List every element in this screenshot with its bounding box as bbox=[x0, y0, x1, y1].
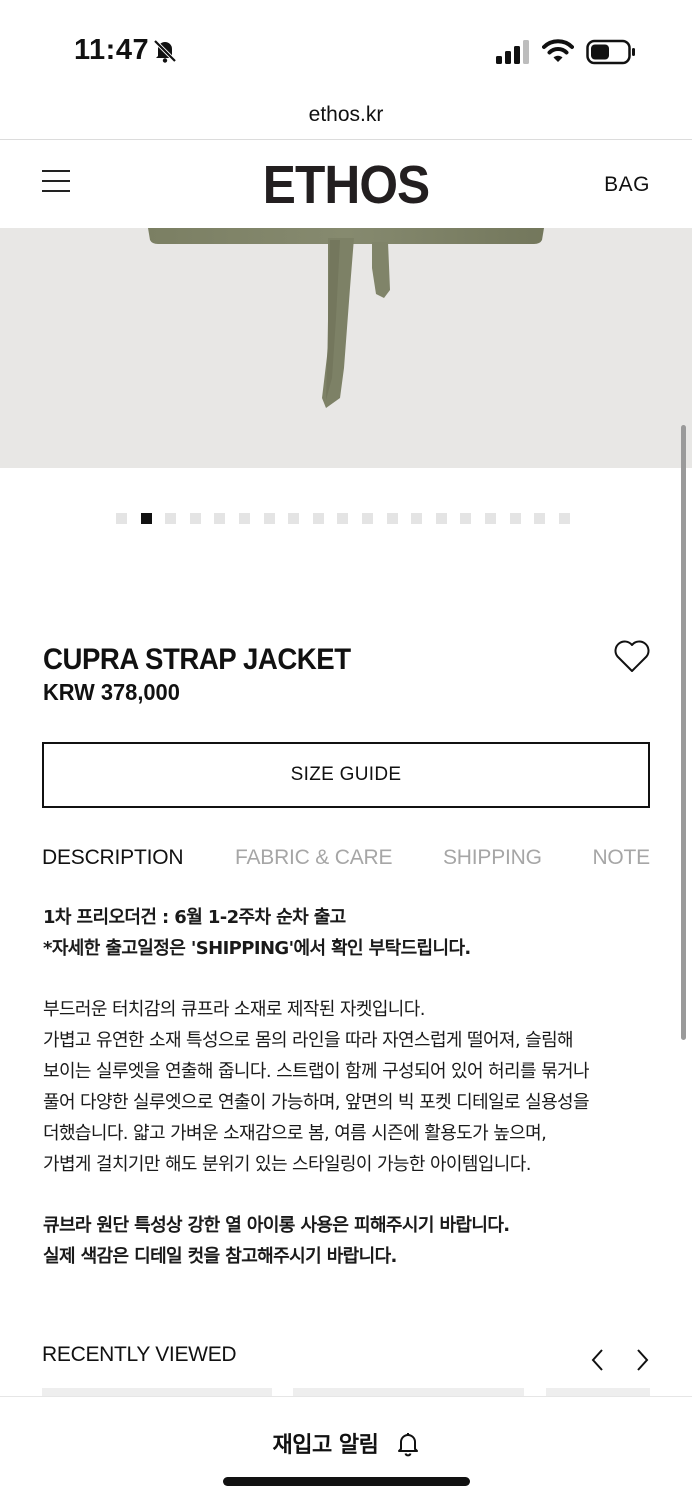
tab-description[interactable]: DESCRIPTION bbox=[42, 846, 184, 870]
description-line: 보이는 실루엣을 연출해 줍니다. 스트랩이 함께 구성되어 있어 허리를 묶거… bbox=[43, 1061, 590, 1082]
battery-icon bbox=[586, 39, 635, 65]
gallery-dot[interactable] bbox=[288, 513, 300, 524]
recently-viewed-carousel bbox=[42, 1388, 692, 1396]
gallery-dot[interactable] bbox=[165, 513, 177, 524]
restock-alert-label[interactable]: 재입고 알림 bbox=[272, 1433, 378, 1458]
home-indicator[interactable] bbox=[223, 1477, 470, 1486]
restock-alert-button[interactable]: 재입고 알림 bbox=[0, 1427, 692, 1459]
description-line: 더했습니다. 얇고 가벼운 소재감으로 봄, 여름 시즌에 활용도가 높으며, bbox=[43, 1123, 547, 1144]
heart-icon[interactable] bbox=[613, 638, 651, 674]
shipping-notice: *자세한 출고일정은 'SHIPPING'에서 확인 부탁드립니다. bbox=[43, 938, 471, 959]
product-image[interactable] bbox=[0, 228, 692, 468]
page-scrollbar[interactable] bbox=[681, 425, 686, 1040]
gallery-dot[interactable] bbox=[460, 513, 472, 524]
gallery-dot[interactable] bbox=[312, 513, 324, 524]
gallery-dot[interactable] bbox=[263, 513, 275, 524]
recent-item-thumbnail[interactable] bbox=[293, 1388, 524, 1396]
recent-item-thumbnail[interactable] bbox=[546, 1388, 650, 1396]
gallery-dot[interactable] bbox=[214, 513, 226, 524]
chevron-left-icon[interactable] bbox=[588, 1347, 608, 1373]
description-line: 부드러운 터치감의 큐프라 소재로 제작된 자켓입니다. bbox=[43, 999, 425, 1020]
bottom-action-bar: 재입고 알림 bbox=[0, 1396, 692, 1500]
gallery-dot[interactable] bbox=[386, 513, 398, 524]
recent-item-thumbnail[interactable] bbox=[42, 1388, 272, 1396]
gallery-dot[interactable] bbox=[509, 513, 521, 524]
gallery-dot[interactable] bbox=[534, 513, 546, 524]
chevron-right-icon[interactable] bbox=[632, 1347, 652, 1373]
color-notice: 실제 색감은 디테일 컷을 참고해주시기 바랍니다. bbox=[43, 1246, 397, 1267]
jacket-hem-illustration bbox=[148, 228, 544, 408]
gallery-dot[interactable] bbox=[189, 513, 201, 524]
gallery-pagination[interactable] bbox=[116, 513, 583, 524]
tab-shipping[interactable]: SHIPPING bbox=[443, 846, 542, 870]
preorder-notice: 1차 프리오더건 : 6월 1-2주차 순차 출고 bbox=[43, 907, 346, 928]
gallery-dot[interactable] bbox=[140, 513, 152, 524]
gallery-dot[interactable] bbox=[238, 513, 250, 524]
site-header: ETHOS BAG bbox=[0, 140, 692, 228]
tab-note[interactable]: NOTE bbox=[592, 846, 650, 870]
gallery-dot[interactable] bbox=[337, 513, 349, 524]
care-warning: 큐브라 원단 특성상 강한 열 아이롱 사용은 피해주시기 바랍니다. bbox=[43, 1215, 510, 1236]
gallery-dot[interactable] bbox=[411, 513, 423, 524]
url-text[interactable]: ethos.kr bbox=[309, 103, 384, 126]
product-tabs: DESCRIPTION FABRIC & CARE SHIPPING NOTE bbox=[42, 846, 650, 876]
cellular-signal-icon bbox=[496, 40, 529, 64]
tab-fabric-care[interactable]: FABRIC & CARE bbox=[235, 846, 392, 870]
status-bar: 11:47 bbox=[0, 0, 692, 100]
product-title: CUPRA STRAP JACKET bbox=[43, 643, 351, 676]
description-panel: 1차 프리오더건 : 6월 1-2주차 순차 출고 *자세한 출고일정은 'SH… bbox=[43, 902, 663, 1272]
size-guide-button[interactable]: SIZE GUIDE bbox=[42, 742, 650, 808]
description-line: 가볍게 걸치기만 해도 분위기 있는 스타일링이 가능한 아이템입니다. bbox=[43, 1154, 531, 1175]
gallery-dot[interactable] bbox=[116, 513, 127, 524]
bell-slash-icon bbox=[153, 39, 177, 63]
gallery-dot[interactable] bbox=[361, 513, 373, 524]
clock-time: 11:47 bbox=[74, 34, 150, 66]
browser-url-bar[interactable]: ethos.kr bbox=[0, 100, 692, 140]
recently-viewed-title: RECENTLY VIEWED bbox=[42, 1343, 237, 1366]
gallery-dot[interactable] bbox=[435, 513, 447, 524]
bell-icon[interactable] bbox=[396, 1431, 420, 1457]
description-line: 가볍고 유연한 소재 특성으로 몸의 라인을 따라 자연스럽게 떨어져, 슬림해 bbox=[43, 1030, 574, 1051]
gallery-dot[interactable] bbox=[484, 513, 496, 524]
bag-link[interactable]: BAG bbox=[604, 173, 650, 197]
description-line: 풀어 다양한 실루엣으로 연출이 가능하며, 앞면의 빅 포켓 디테일로 실용성… bbox=[43, 1092, 590, 1113]
wifi-icon bbox=[542, 39, 574, 62]
brand-logo[interactable]: ETHOS bbox=[28, 154, 665, 216]
product-price: KRW 378,000 bbox=[43, 679, 180, 705]
gallery-dot[interactable] bbox=[558, 513, 570, 524]
